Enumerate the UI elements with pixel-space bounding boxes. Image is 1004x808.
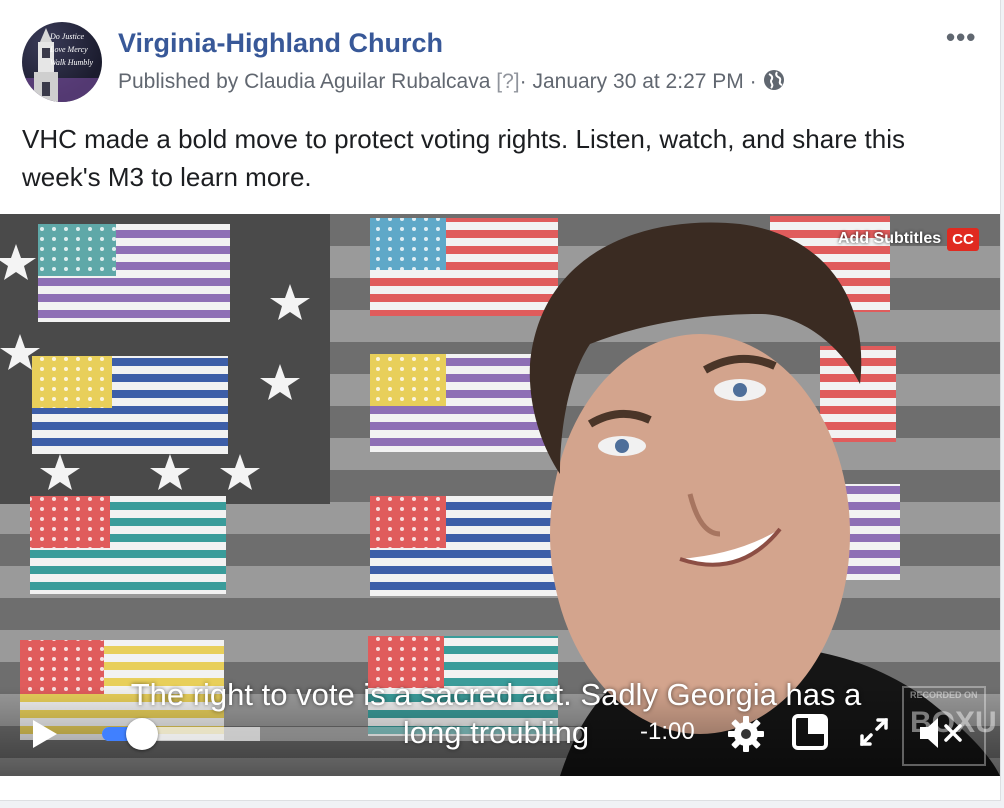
progress-track[interactable]	[102, 727, 582, 741]
fullscreen-icon[interactable]	[858, 716, 890, 753]
help-marker[interactable]: [?]	[496, 70, 519, 93]
picture-in-picture-icon[interactable]	[792, 714, 828, 755]
separator: ·	[519, 70, 527, 93]
add-subtitles-label: Add Subtitles	[838, 230, 942, 247]
post-byline: Published by Claudia Aguilar Rubalcava […	[118, 69, 785, 97]
cc-badge: CC	[947, 227, 979, 251]
published-prefix: Published by	[118, 70, 239, 93]
more-options-icon[interactable]: •••	[946, 22, 976, 53]
post-card: Do Justice Love Mercy Walk Humbly Virgin…	[0, 0, 1001, 801]
post-text: VHC made a bold move to protect voting r…	[22, 124, 906, 192]
post-timestamp[interactable]: January 30 at 2:27 PM	[532, 70, 743, 93]
separator: ·	[749, 70, 757, 93]
caption-line-1: The right to vote is a sacred act. Sadly…	[130, 677, 862, 712]
page-name-link[interactable]: Virginia-Highland Church	[118, 28, 443, 59]
watermark-line-1: RECORDED ON	[910, 690, 978, 700]
author-name[interactable]: Claudia Aguilar Rubalcava	[244, 70, 490, 93]
scrubber-handle[interactable]	[125, 718, 158, 750]
page-avatar[interactable]: Do Justice Love Mercy Walk Humbly	[22, 22, 102, 102]
muted-speaker-icon[interactable]	[918, 714, 964, 757]
globe-icon[interactable]	[763, 69, 785, 97]
avatar-motto: Do Justice Love Mercy Walk Humbly	[50, 32, 94, 67]
add-subtitles-button[interactable]: Add Subtitles CC	[838, 226, 979, 252]
gear-icon[interactable]	[726, 714, 766, 759]
play-icon[interactable]	[30, 718, 60, 755]
time-remaining: -1:00	[640, 718, 695, 745]
